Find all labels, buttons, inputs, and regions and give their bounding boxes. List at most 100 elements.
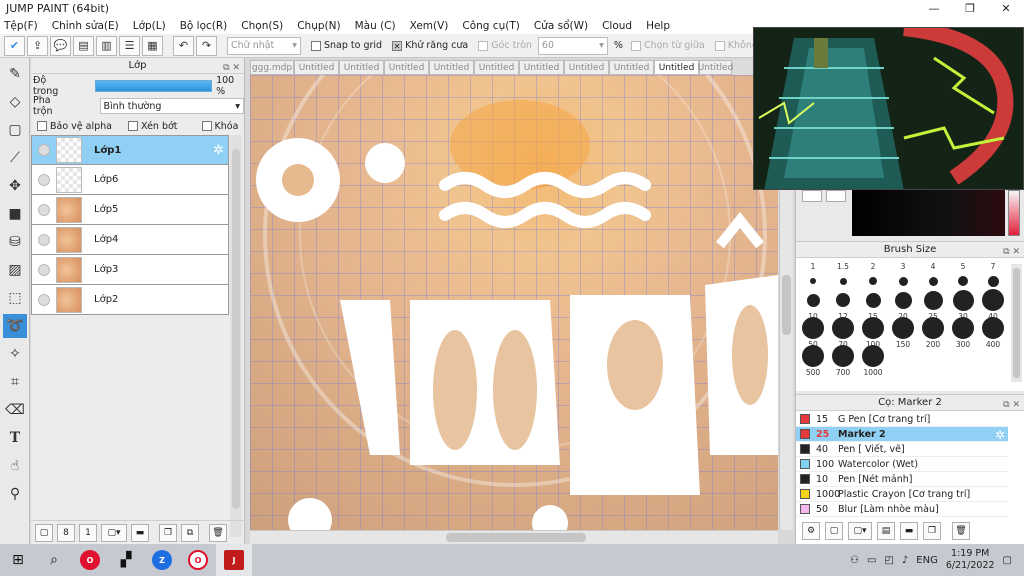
jump-paint-icon[interactable]: J (216, 544, 252, 576)
layer-scrollbar[interactable] (230, 135, 242, 537)
menu-window[interactable]: Cửa sổ(W) (534, 20, 588, 32)
center-select-checkbox[interactable]: Chọn từ giữa (630, 40, 705, 51)
snap-to-grid-checkbox[interactable]: Snap to grid (311, 40, 382, 51)
merge-layer-icon[interactable]: ⧉ (181, 523, 199, 542)
opera-gx-icon[interactable]: O (180, 544, 216, 576)
fill-rect-tool-icon[interactable]: ■ (3, 202, 27, 226)
antialias-checkbox[interactable]: ✕ Khử răng cưa (392, 40, 468, 51)
new-brush-icon[interactable]: ▢ (825, 522, 843, 540)
panel-close-icon[interactable]: ⧉ ✕ (1003, 397, 1020, 413)
visibility-icon[interactable] (38, 173, 50, 186)
brush-size-scrollbar[interactable] (1011, 264, 1022, 382)
clock[interactable]: 1:19 PM 6/21/2022 (946, 548, 995, 572)
brush-settings-icon[interactable]: ⚙ (802, 522, 820, 540)
brush-size-option[interactable]: 300 (948, 317, 978, 349)
scrollbar-thumb[interactable] (232, 149, 240, 509)
brush-size-option[interactable]: 400 (978, 317, 1008, 349)
folder-icon[interactable]: ▬ (900, 522, 918, 540)
menu-tools[interactable]: Công cụ(T) (462, 20, 519, 32)
minimize-icon[interactable]: — (916, 0, 952, 17)
copy-brush-icon[interactable]: ▤ (877, 522, 895, 540)
tab-untitled[interactable]: Untitled (339, 60, 384, 75)
folder-icon[interactable]: ▬ (131, 523, 149, 542)
visibility-icon[interactable] (38, 203, 50, 216)
new-1bit-layer-icon[interactable]: 1 (79, 523, 97, 542)
brush-size-option[interactable]: 3 (888, 262, 918, 293)
menu-view[interactable]: Xem(V) (410, 20, 449, 32)
maximize-icon[interactable]: ❐ (952, 0, 988, 17)
battery-icon[interactable]: ▭ (867, 555, 876, 566)
brush-list-item[interactable]: 40 Pen [ Viết, vẽ] (796, 442, 1008, 457)
brush-size-option[interactable]: 500 (798, 345, 828, 377)
tab-untitled[interactable]: Untitled (384, 60, 429, 75)
magic-wand-tool-icon[interactable]: ✧ (3, 342, 27, 366)
menu-help[interactable]: Help (646, 20, 670, 32)
close-icon[interactable]: ✕ (988, 0, 1024, 17)
duplicate-brush-icon[interactable]: ❐ (923, 522, 941, 540)
duplicate-layer-icon[interactable]: ❐ (159, 523, 177, 542)
scrollbar-thumb[interactable] (782, 275, 791, 335)
hand-tool-icon[interactable]: ☝ (3, 454, 27, 478)
lasso-tool-icon[interactable]: ➰ (3, 314, 27, 338)
scrollbar-thumb[interactable] (1013, 268, 1020, 378)
trash-icon[interactable]: 🗑 (209, 523, 227, 542)
text-tool-icon[interactable]: T (3, 426, 27, 450)
menu-file[interactable]: Tệp(F) (4, 20, 38, 32)
export-icon[interactable]: ⇪ (27, 35, 48, 56)
brush-size-option[interactable]: 200 (918, 317, 948, 349)
line-tool-icon[interactable]: ⟋ (3, 146, 27, 170)
visibility-icon[interactable] (38, 233, 50, 246)
brush-list-item[interactable]: 10 Pen [Nét mảnh] (796, 472, 1008, 487)
tab-untitled[interactable]: Untitled (294, 60, 339, 75)
notification-icon[interactable]: ▢ (1003, 555, 1012, 566)
brush-size-option[interactable]: 5 (948, 262, 978, 293)
canvas-horizontal-scrollbar[interactable] (250, 530, 778, 544)
opacity-slider[interactable] (95, 80, 213, 92)
panel-close-icon[interactable]: ⧉ ✕ (223, 60, 240, 76)
layer-row[interactable]: Lớp2 (31, 285, 229, 315)
add-layer-menu-icon[interactable]: ▢▾ (101, 523, 127, 542)
hue-slider[interactable] (1008, 190, 1020, 236)
menu-layer[interactable]: Lớp(L) (133, 20, 166, 32)
menu-color[interactable]: Màu (C) (355, 20, 396, 32)
brush-tool-icon[interactable]: ✎ (3, 62, 27, 86)
blend-mode-select[interactable]: Bình thường ▾ (99, 98, 244, 114)
layer-row[interactable]: Lớp1 ✲ (31, 135, 229, 165)
brush-list-item[interactable]: 100 Watercolor (Wet) (796, 457, 1008, 472)
rectangle-tool-icon[interactable]: ▢ (3, 118, 27, 142)
eraser-tool-icon[interactable]: ◇ (3, 90, 27, 114)
new-layer-icon[interactable]: ▢ (35, 523, 53, 542)
tab-ggg[interactable]: ggg.mdp (250, 60, 294, 75)
protect-alpha-checkbox[interactable]: Bảo vệ alpha (37, 121, 112, 132)
opera-icon[interactable]: O (72, 544, 108, 576)
layer-row[interactable]: Lớp4 (31, 225, 229, 255)
bucket-tool-icon[interactable]: ⛁ (3, 230, 27, 254)
windows-start-icon[interactable]: ⊞ (0, 544, 36, 576)
undo-icon[interactable]: ↶ (173, 35, 194, 56)
layer-row[interactable]: Lớp3 (31, 255, 229, 285)
add-brush-menu-icon[interactable]: ▢▾ (848, 522, 872, 540)
brush-size-option[interactable]: 4 (918, 262, 948, 293)
move-tool-icon[interactable]: ✥ (3, 174, 27, 198)
tab-untitled[interactable]: Untitled (609, 60, 654, 75)
language-indicator[interactable]: ENG (916, 555, 938, 566)
menu-filter[interactable]: Bộ lọc(R) (180, 20, 228, 32)
tab-untitled[interactable]: Untitled (474, 60, 519, 75)
menu-capture[interactable]: Chụp(N) (297, 20, 340, 32)
list-icon[interactable]: ☰ (119, 35, 140, 56)
lock-checkbox[interactable]: Khóa (201, 121, 238, 132)
eyedropper-tool-icon[interactable]: ⚲ (3, 482, 27, 506)
color-mode-button[interactable] (826, 190, 846, 202)
brush-size-option[interactable]: 700 (828, 345, 858, 377)
brush-list-item[interactable]: 50 Blur [Làm nhòe màu] (796, 502, 1008, 517)
cloud-check-icon[interactable]: ✔ (4, 35, 25, 56)
select-pen-tool-icon[interactable]: ⌗ (3, 370, 27, 394)
visibility-icon[interactable] (38, 263, 50, 276)
volume-icon[interactable]: ♪ (902, 555, 908, 566)
brush-size-option[interactable]: 2 (858, 262, 888, 293)
message-icon[interactable]: ▤ (73, 35, 94, 56)
menu-cloud[interactable]: Cloud (602, 20, 632, 32)
corner-checkbox[interactable]: Góc tròn (478, 40, 532, 51)
select-rect-tool-icon[interactable]: ⬚ (3, 286, 27, 310)
people-icon[interactable]: ⚇ (850, 555, 859, 566)
